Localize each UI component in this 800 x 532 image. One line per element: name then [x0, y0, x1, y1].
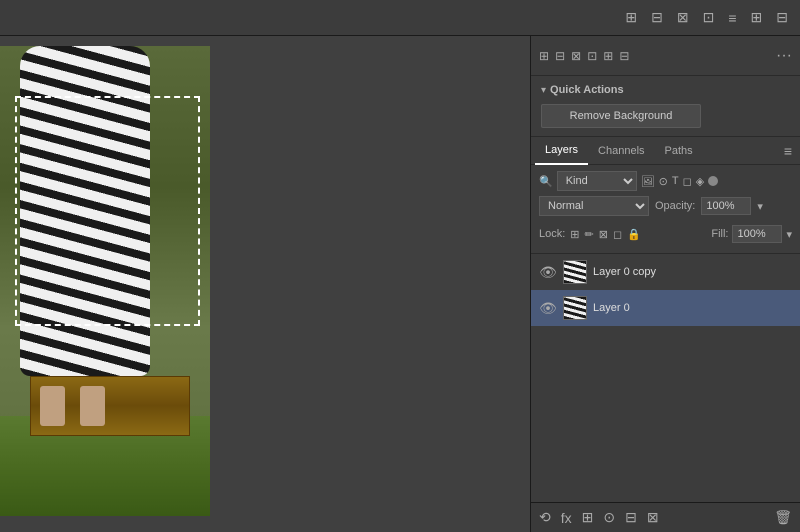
- layer-visibility-base[interactable]: 👁: [539, 300, 557, 317]
- layer-visibility-copy[interactable]: 👁: [539, 264, 557, 281]
- quick-actions-title: Quick Actions: [550, 84, 624, 96]
- link-icon[interactable]: ⟲: [539, 509, 551, 526]
- foot-left: [40, 386, 65, 426]
- layer-item-base[interactable]: 👁 Layer 0: [531, 290, 800, 326]
- toolbar-icons: ⊞ ⊟ ⊠ ⊡ ≡ ⊞ ⊟: [621, 7, 792, 28]
- opacity-arrow-icon[interactable]: ▾: [757, 200, 763, 213]
- toolbar-icon-1[interactable]: ⊞: [621, 7, 641, 28]
- panel-icon-align3[interactable]: ⊠: [571, 49, 581, 63]
- panel-top-icons: ⊞ ⊟ ⊠ ⊡ ⊞ ⊟ ···: [531, 36, 800, 76]
- panel-icon-align6[interactable]: ⊟: [619, 49, 629, 63]
- layer-thumbnail-base: [563, 296, 587, 320]
- lock-icon-transparent[interactable]: ⊞: [570, 228, 579, 241]
- fill-input[interactable]: [732, 225, 782, 243]
- main-area: ⊞ ⊟ ⊠ ⊡ ⊞ ⊟ ··· ▾ Quick Actions Remove B…: [0, 36, 800, 532]
- lock-fill-row: Lock: ⊞ ✏ ⊠ ◻ 🔒 Fill: ▾: [539, 221, 792, 247]
- layers-tabs: Layers Channels Paths ≡: [531, 137, 800, 165]
- toolbar-icon-4[interactable]: ⊡: [699, 7, 719, 28]
- layers-menu-icon[interactable]: ≡: [780, 139, 796, 163]
- layer-name-base: Layer 0: [593, 302, 792, 314]
- toolbar-icon-6[interactable]: ⊞: [747, 7, 767, 28]
- canvas-image: [0, 46, 210, 516]
- fx-icon[interactable]: fx: [561, 510, 572, 526]
- filter-icon-type[interactable]: T: [672, 175, 679, 187]
- search-icon: 🔍: [539, 175, 553, 188]
- fill-arrow-icon[interactable]: ▾: [786, 228, 792, 241]
- lock-icon-position[interactable]: ⊠: [599, 228, 608, 241]
- lock-icon-artboard[interactable]: ◻: [613, 228, 622, 241]
- filter-icon-image[interactable]: 🖼: [641, 175, 655, 188]
- add-mask-icon[interactable]: ⊞: [582, 509, 594, 526]
- blend-opacity-row: Normal Opacity: ▾: [539, 196, 792, 216]
- quick-actions-header[interactable]: ▾ Quick Actions: [541, 84, 790, 96]
- panel-icon-align4[interactable]: ⊡: [587, 49, 597, 63]
- toolbar-icon-3[interactable]: ⊠: [673, 7, 693, 28]
- toolbar-icon-7[interactable]: ⊟: [772, 7, 792, 28]
- lock-icon-pixels[interactable]: ✏: [585, 228, 594, 241]
- canvas-image-container: [0, 46, 210, 516]
- panel-icon-align5[interactable]: ⊞: [603, 49, 613, 63]
- filter-icons: 🖼 ⊙ T ◻ ◈: [641, 175, 719, 188]
- filter-icon-adjustment[interactable]: ⊙: [659, 175, 668, 188]
- lock-label: Lock:: [539, 228, 565, 240]
- adjustment-icon[interactable]: ⊙: [603, 509, 615, 526]
- panel-icon-align2[interactable]: ⊟: [555, 49, 565, 63]
- zebra-body: [20, 46, 150, 376]
- quick-actions-chevron: ▾: [541, 85, 546, 96]
- delete-layer-icon[interactable]: 🗑: [774, 509, 792, 526]
- kind-row: 🔍 Kind 🖼 ⊙ T ◻ ◈: [539, 171, 792, 191]
- filter-icon-shape[interactable]: ◻: [683, 175, 692, 188]
- layer-name-copy: Layer 0 copy: [593, 266, 792, 278]
- opacity-label: Opacity:: [655, 200, 695, 212]
- panel-icons-row: ⊞ ⊟ ⊠ ⊡ ⊞ ⊟: [539, 49, 629, 63]
- right-panel: ⊞ ⊟ ⊠ ⊡ ⊞ ⊟ ··· ▾ Quick Actions Remove B…: [530, 36, 800, 532]
- folder-icon[interactable]: ⊟: [625, 509, 637, 526]
- toolbar-icon-2[interactable]: ⊟: [647, 7, 667, 28]
- new-layer-icon[interactable]: ⊠: [647, 509, 659, 526]
- top-toolbar: ⊞ ⊟ ⊠ ⊡ ≡ ⊞ ⊟: [0, 0, 800, 36]
- layers-controls: 🔍 Kind 🖼 ⊙ T ◻ ◈ N: [531, 165, 800, 254]
- canvas-background: [0, 46, 210, 516]
- quick-actions-section: ▾ Quick Actions Remove Background: [531, 76, 800, 137]
- tab-channels[interactable]: Channels: [588, 138, 654, 164]
- panel-more-icon[interactable]: ···: [776, 47, 792, 65]
- panel-icon-align1[interactable]: ⊞: [539, 49, 549, 63]
- filter-active-indicator: [708, 176, 718, 186]
- fill-label: Fill:: [711, 228, 728, 240]
- remove-background-button[interactable]: Remove Background: [541, 104, 701, 128]
- blend-mode-select[interactable]: Normal: [539, 196, 649, 216]
- layers-panel: Layers Channels Paths ≡ 🔍 Kind 🖼 ⊙: [531, 137, 800, 502]
- tab-layers[interactable]: Layers: [535, 137, 588, 165]
- feet-area: [40, 386, 105, 426]
- layers-list: 👁 Layer 0 copy 👁 Layer 0: [531, 254, 800, 502]
- lock-icon-all[interactable]: 🔒: [627, 228, 641, 241]
- layers-bottom-bar: ⟲ fx ⊞ ⊙ ⊟ ⊠ 🗑: [531, 502, 800, 532]
- layer-item-copy[interactable]: 👁 Layer 0 copy: [531, 254, 800, 290]
- toolbar-icon-5[interactable]: ≡: [724, 8, 740, 28]
- filter-icon-smart[interactable]: ◈: [696, 175, 704, 188]
- canvas-area: [0, 36, 530, 532]
- tab-paths[interactable]: Paths: [655, 138, 703, 164]
- opacity-input[interactable]: [701, 197, 751, 215]
- kind-select[interactable]: Kind: [557, 171, 637, 191]
- layer-thumbnail-copy: [563, 260, 587, 284]
- foot-right: [80, 386, 105, 426]
